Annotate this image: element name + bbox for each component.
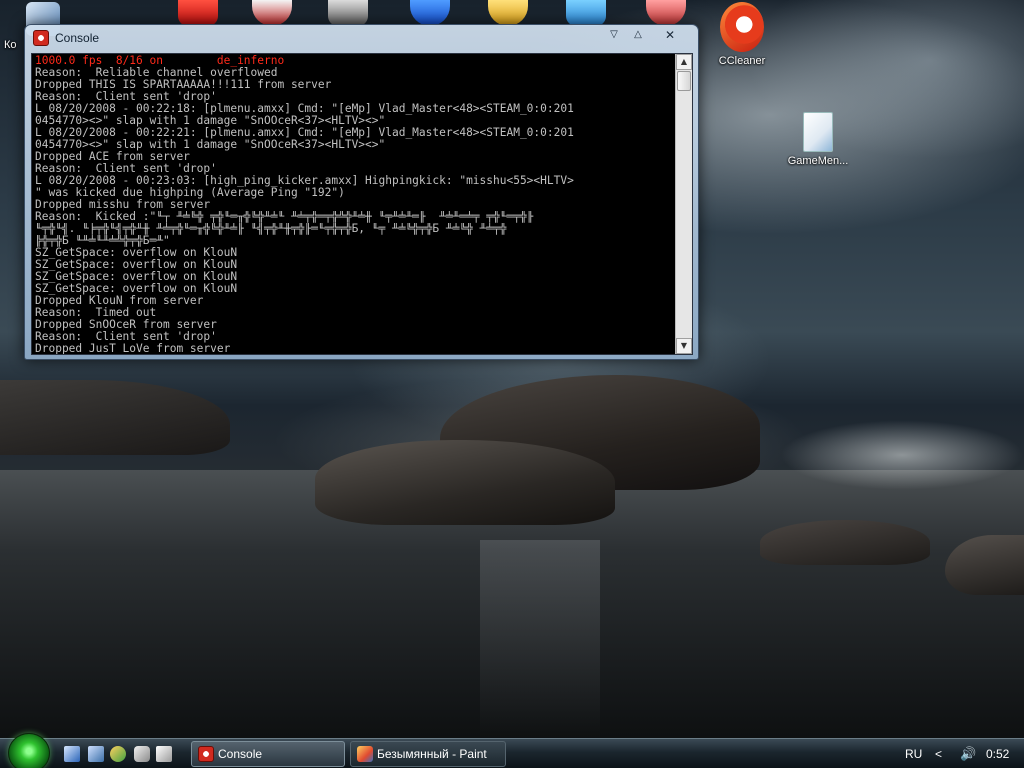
console-line: SZ_GetSpace: overflow on KlouN: [35, 271, 238, 283]
scroll-up-button[interactable]: ▲: [676, 54, 692, 70]
console-window[interactable]: Console ▽ △ ✕ 1000.0 fps 8/16 on de_infe…: [24, 24, 699, 360]
paint-icon: [357, 746, 373, 762]
wallpaper-surf: [780, 420, 1024, 490]
console-line: 0454770><>" slap with 1 damage "SnOOceR<…: [35, 139, 386, 151]
taskbar-button-console[interactable]: Console: [191, 741, 345, 767]
desktop-icon-label: Ко: [4, 39, 17, 51]
scroll-down-button[interactable]: ▼: [676, 338, 692, 354]
minimize-button[interactable]: ▽: [603, 27, 625, 43]
quicklaunch-app-icon[interactable]: [110, 746, 126, 762]
taskbar: Console Безымянный - Paint RU < 🔊 0:52: [0, 733, 1024, 768]
console-line: SZ_GetSpace: overflow on KlouN: [35, 283, 238, 295]
taskbar-button-label: Безымянный - Paint: [377, 747, 487, 761]
wallpaper-rock-left: [0, 380, 230, 455]
console-line: L 08/20/2008 - 00:22:18: [plmenu.amxx] C…: [35, 103, 574, 115]
half-life-icon: [198, 746, 214, 762]
switch-windows-icon[interactable]: [88, 746, 104, 762]
console-line: " was kicked due highping (Average Ping …: [35, 187, 345, 199]
console-output[interactable]: 1000.0 fps 8/16 on de_inferno Reason: Rel…: [31, 53, 693, 355]
ccleaner-icon: [720, 2, 764, 52]
console-line: ╠╬╤╬Б ╙╨╧╙╨╧╩╬╤╬Б═╨": [35, 235, 170, 247]
wallpaper-reflection: [480, 540, 600, 738]
document-icon: [803, 112, 833, 152]
scroll-thumb[interactable]: [677, 71, 691, 91]
console-line: Reason: Timed out: [35, 307, 157, 319]
show-desktop-icon[interactable]: [64, 746, 80, 762]
console-line: Reason: Reliable channel overflowed: [35, 67, 278, 79]
desktop-icon-ccleaner[interactable]: CCleaner: [702, 2, 782, 67]
console-line: Reason: Client sent 'drop': [35, 91, 217, 103]
desktop-icon-label: CCleaner: [718, 55, 766, 67]
volume-icon[interactable]: 🔊: [960, 739, 976, 768]
console-line: SZ_GetSpace: overflow on KlouN: [35, 259, 238, 271]
console-line: 0454770><>" slap with 1 damage "SnOOceR<…: [35, 115, 386, 127]
console-line: SZ_GetSpace: overflow on KlouN: [35, 247, 238, 259]
console-line: ╙╤╬╙╣. ╙╞╤╬╙╣╤╬╨╫ ╨╧╤╬╙═╥╬╚╬╨╧╟ ╙╣╤╬╨╫╤╬…: [35, 223, 507, 235]
console-line: L 08/20/2008 - 00:22:21: [plmenu.amxx] C…: [35, 127, 574, 139]
quicklaunch-printer-icon[interactable]: [156, 746, 172, 762]
acrobat-icon[interactable]: [178, 0, 218, 26]
video-editor-icon[interactable]: [328, 0, 368, 26]
vertical-scrollbar[interactable]: ▲ ▼: [675, 54, 692, 354]
console-line: Dropped ACE from server: [35, 151, 190, 163]
console-line: Reason: Client sent 'drop': [35, 163, 217, 175]
start-button[interactable]: [8, 733, 50, 768]
language-indicator[interactable]: RU: [905, 739, 922, 768]
close-button[interactable]: ✕: [659, 27, 681, 43]
console-line: Dropped JusT LoVe from server: [35, 343, 231, 355]
show-hidden-icons-button[interactable]: <: [935, 739, 942, 768]
window-titlebar[interactable]: Console ▽ △ ✕: [25, 25, 698, 50]
console-line: Dropped THIS IS SPARTAAAAA!!!111 from se…: [35, 79, 332, 91]
clock[interactable]: 0:52: [986, 739, 1009, 768]
maximize-button[interactable]: △: [627, 27, 649, 43]
desktop-icon-gamemenu[interactable]: GameMen...: [778, 112, 858, 167]
console-line: Dropped KlouN from server: [35, 295, 204, 307]
half-life-icon: [33, 30, 49, 46]
quicklaunch-drive-icon[interactable]: [134, 746, 150, 762]
console-line: Dropped SnOOceR from server: [35, 319, 217, 331]
app-icon[interactable]: [566, 0, 606, 26]
taskbar-button-label: Console: [218, 747, 263, 761]
window-title: Console: [55, 31, 100, 45]
console-lines: 1000.0 fps 8/16 on de_inferno Reason: Rel…: [35, 55, 673, 355]
wallpaper-rock-right: [760, 520, 930, 565]
console-status-line: 1000.0 fps 8/16 on de_inferno: [35, 55, 285, 67]
desktop-icon-label: GameMen...: [787, 155, 849, 167]
taskbar-button-paint[interactable]: Безымянный - Paint: [350, 741, 506, 767]
console-line: Reason: Kicked :"╙┬ ╨╧╚╬ ╤╬╙═╥╬╚╬╨╧╙ ╨╧╤…: [35, 211, 534, 223]
wallpaper-rock-front: [315, 440, 615, 525]
console-line: L 08/20/2008 - 00:23:03: [high_ping_kick…: [35, 175, 574, 187]
console-line: Dropped misshu from server: [35, 199, 211, 211]
console-line: Reason: Client sent 'drop': [35, 331, 217, 343]
